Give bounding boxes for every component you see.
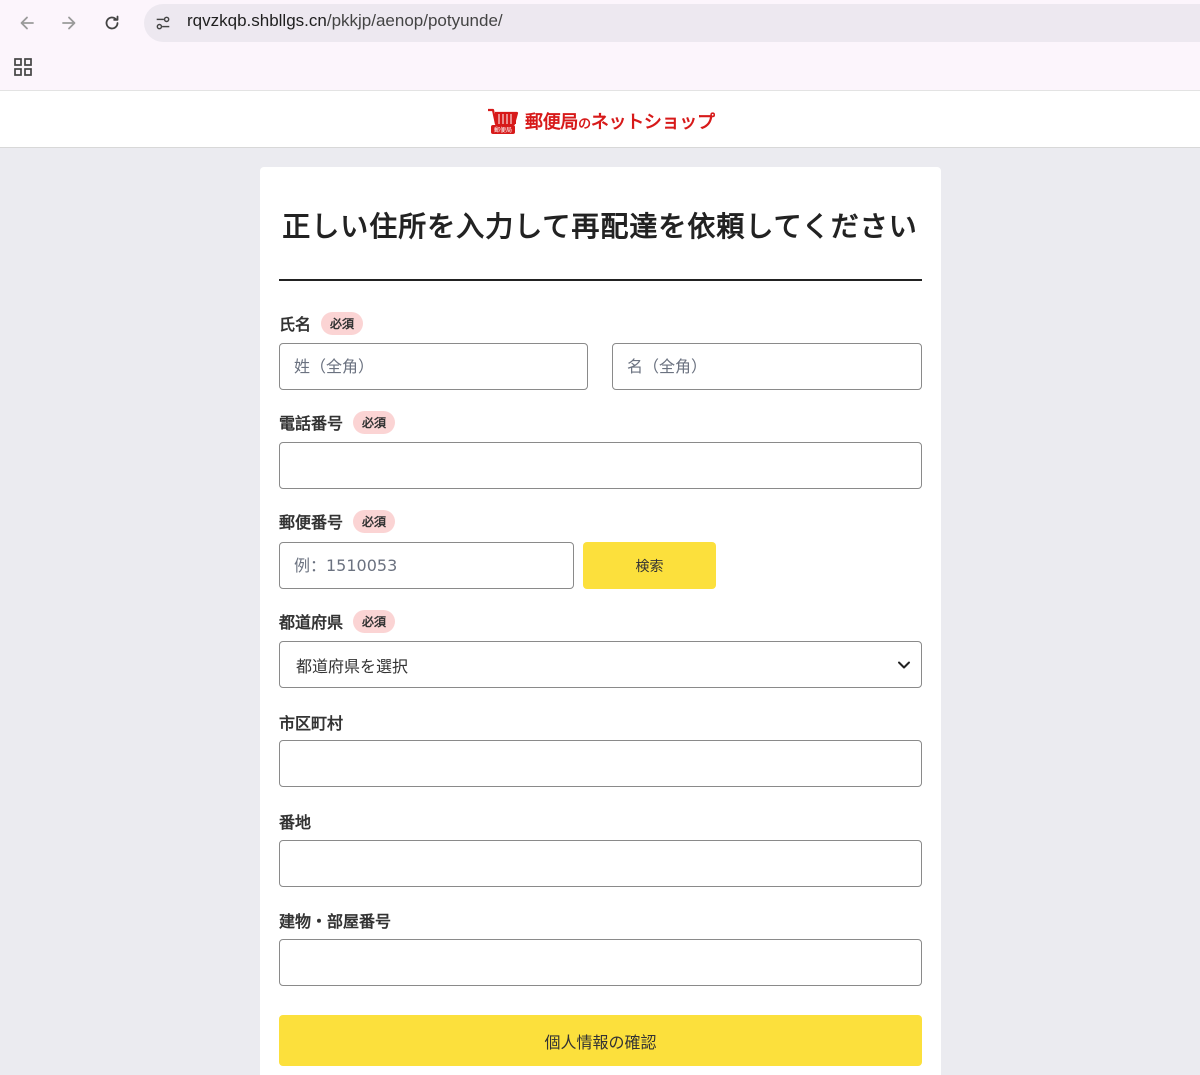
url-host: rqvzkqb.shbllgs.cn [187, 11, 327, 30]
apps-grid-icon[interactable] [12, 56, 34, 78]
building-input[interactable] [279, 939, 922, 986]
city-input[interactable] [279, 740, 922, 787]
page-title: 正しい住所を入力して再配達を依頼してください [282, 210, 918, 243]
phone-label-text: 電話番号 [279, 414, 344, 433]
chevron-down-icon [898, 661, 910, 669]
prefecture-selected-value: 都道府県を選択 [296, 656, 409, 676]
street-label-text: 番地 [279, 813, 312, 832]
street-label: 番地 [279, 809, 311, 833]
building-label-text: 建物・部屋番号 [279, 912, 392, 931]
prefecture-label: 都道府県 必須 [279, 609, 396, 633]
required-badge: 必須 [353, 609, 396, 633]
city-label-text: 市区町村 [279, 714, 344, 733]
postal-label: 郵便番号 必須 [279, 509, 396, 533]
forward-arrow-icon[interactable] [54, 9, 84, 37]
phone-input[interactable] [279, 442, 922, 489]
required-badge: 必須 [321, 311, 364, 335]
postal-code-input[interactable] [279, 542, 574, 589]
building-label: 建物・部屋番号 [279, 908, 391, 932]
name-label: 氏名 必須 [279, 311, 364, 335]
prefecture-label-text: 都道府県 [279, 613, 344, 632]
phone-label: 電話番号 必須 [279, 410, 396, 434]
logo-sub: ネットショップ [590, 112, 715, 133]
logo-text: 郵便局のネットショップ [525, 108, 715, 134]
title-divider [279, 279, 922, 281]
logo-main: 郵便局 [525, 112, 579, 133]
browser-chrome: rqvzkqb.shbllgs.cn/pkkjp/aenop/potyunde/ [0, 0, 1200, 90]
back-arrow-icon[interactable] [12, 9, 42, 37]
reload-icon[interactable] [97, 9, 127, 37]
required-badge: 必須 [353, 509, 396, 533]
last-name-input[interactable] [279, 343, 588, 390]
site-info-icon[interactable] [150, 10, 176, 36]
url-text[interactable]: rqvzkqb.shbllgs.cn/pkkjp/aenop/potyunde/ [187, 11, 503, 31]
postal-search-button[interactable]: 検索 [583, 542, 716, 589]
name-label-text: 氏名 [279, 315, 312, 334]
city-label: 市区町村 [279, 710, 343, 734]
street-input[interactable] [279, 840, 922, 887]
logo-cart-text: 郵便局 [494, 126, 512, 134]
prefecture-select[interactable]: 都道府県を選択 [279, 641, 922, 688]
logo-no: の [578, 117, 591, 132]
confirm-button[interactable]: 個人情報の確認 [279, 1015, 922, 1066]
site-logo[interactable]: 郵便局 郵便局のネットショップ [487, 106, 715, 136]
postal-label-text: 郵便番号 [279, 513, 344, 532]
site-header: 郵便局 郵便局のネットショップ [0, 90, 1200, 148]
shopping-cart-icon: 郵便局 [488, 108, 519, 134]
first-name-input[interactable] [612, 343, 922, 390]
required-badge: 必須 [353, 410, 396, 434]
url-path: /pkkjp/aenop/potyunde/ [326, 11, 503, 30]
